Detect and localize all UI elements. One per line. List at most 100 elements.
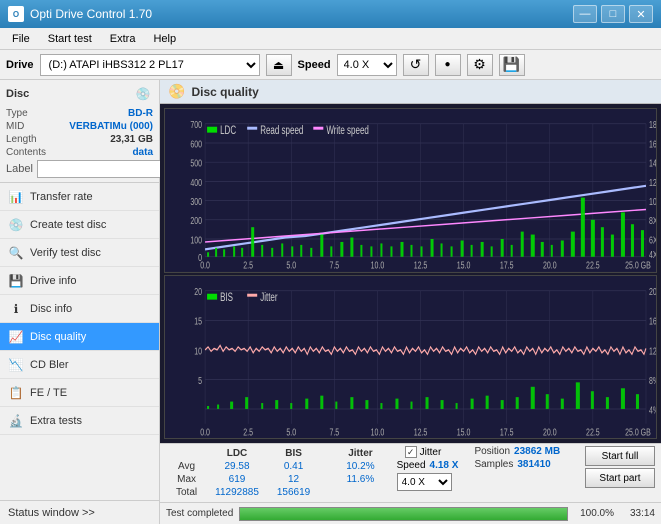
quality-header: 📀 Disc quality [160,80,661,104]
drive-info-icon: 💾 [8,273,24,289]
verify-test-icon: 🔍 [8,245,24,261]
speed-info: Speed 4.18 X [397,460,459,471]
label-input[interactable] [37,160,175,178]
svg-text:12X: 12X [649,176,656,188]
svg-text:16X: 16X [649,138,656,150]
type-value: BD-R [128,108,153,119]
svg-text:4%: 4% [649,404,656,416]
svg-text:20%: 20% [649,285,656,297]
svg-text:7.5: 7.5 [329,259,339,271]
svg-text:20.0: 20.0 [543,259,557,271]
svg-text:100: 100 [190,234,202,246]
left-panel: Disc 💿 Type BD-R MID VERBATIMu (000) Len… [0,80,160,524]
sidebar-item-extra-tests[interactable]: 🔬 Extra tests [0,407,159,435]
jitter-checkbox[interactable] [405,446,417,458]
svg-text:15: 15 [194,315,202,327]
speed-select[interactable]: 4.0 X [337,54,397,76]
menu-start-test[interactable]: Start test [40,31,100,47]
save-button[interactable]: 💾 [499,54,525,76]
type-label: Type [6,108,28,119]
svg-text:17.5: 17.5 [500,259,514,271]
write-button[interactable]: ● [435,54,461,76]
svg-text:12.5: 12.5 [414,426,428,438]
position-value: 23862 MB [514,446,560,457]
app-title: Opti Drive Control 1.70 [30,7,152,21]
minimize-button[interactable]: — [573,5,597,23]
total-label: Total [168,487,205,498]
svg-text:LDC: LDC [220,125,236,138]
svg-text:20.0: 20.0 [543,426,557,438]
svg-text:17.5: 17.5 [500,426,514,438]
svg-text:10.0: 10.0 [371,426,385,438]
svg-text:700: 700 [190,119,202,131]
svg-text:200: 200 [190,215,202,227]
quality-title: Disc quality [191,85,258,99]
svg-text:6X: 6X [649,234,656,246]
disc-mid-row: MID VERBATIMu (000) [6,121,153,132]
sidebar-item-disc-info[interactable]: ℹ Disc info [0,295,159,323]
disc-type-row: Type BD-R [6,108,153,119]
status-window-btn[interactable]: Status window >> [0,500,159,524]
eject-button[interactable]: ⏏ [266,54,292,76]
speed-dropdown[interactable]: 4.0 X [397,473,452,491]
right-panel: 📀 Disc quality [160,80,661,524]
avg-label: Avg [168,461,205,472]
create-test-label: Create test disc [30,219,106,231]
bis-chart-svg: 20 15 10 5 20% 16% 12% 8% 4% [165,276,656,439]
bis-header: BIS [269,448,318,459]
position-row: Position 23862 MB [474,446,560,457]
sidebar-item-fe-te[interactable]: 📋 FE / TE [0,379,159,407]
menu-extra[interactable]: Extra [102,31,144,47]
menu-bar: File Start test Extra Help [0,28,661,50]
svg-text:500: 500 [190,157,202,169]
sidebar-item-verify-test-disc[interactable]: 🔍 Verify test disc [0,239,159,267]
fe-te-label: FE / TE [30,387,67,399]
svg-text:15.0: 15.0 [457,426,471,438]
close-button[interactable]: ✕ [629,5,653,23]
samples-row: Samples 381410 [474,459,560,470]
svg-text:2.5: 2.5 [243,259,253,271]
jitter-header: Jitter [338,448,382,459]
start-full-button[interactable]: Start full [585,446,655,466]
svg-text:20: 20 [194,285,202,297]
svg-text:0.0: 0.0 [200,259,210,271]
settings-button[interactable]: ⚙ [467,54,493,76]
speed-label: Speed [298,59,331,71]
sidebar-item-create-test-disc[interactable]: 💿 Create test disc [0,211,159,239]
svg-text:10.0: 10.0 [371,259,385,271]
svg-text:400: 400 [190,176,202,188]
ldc-header: LDC [207,448,267,459]
bis-chart: 20 15 10 5 20% 16% 12% 8% 4% [164,275,657,440]
cd-bler-icon: 📉 [8,357,24,373]
sidebar-item-drive-info[interactable]: 💾 Drive info [0,267,159,295]
maximize-button[interactable]: □ [601,5,625,23]
progress-label: 100.0% [574,508,614,519]
transfer-rate-label: Transfer rate [30,191,93,203]
disc-info-icon: ℹ [8,301,24,317]
disc-icon-btn[interactable]: 💿 [133,84,153,104]
svg-text:10X: 10X [649,196,656,208]
svg-text:600: 600 [190,138,202,150]
svg-text:Write speed: Write speed [326,125,369,138]
refresh-button[interactable]: ↺ [403,54,429,76]
svg-text:25.0 GB: 25.0 GB [625,259,651,271]
svg-text:Jitter: Jitter [260,291,278,304]
sidebar-item-cd-bler[interactable]: 📉 CD Bler [0,351,159,379]
extra-tests-label: Extra tests [30,415,82,427]
drive-label: Drive [6,59,34,71]
svg-text:0.0: 0.0 [200,426,210,438]
svg-text:2.5: 2.5 [243,426,253,438]
label-label: Label [6,163,33,175]
svg-text:15.0: 15.0 [457,259,471,271]
start-part-button[interactable]: Start part [585,468,655,488]
sidebar-item-transfer-rate[interactable]: 📊 Transfer rate [0,183,159,211]
menu-file[interactable]: File [4,31,38,47]
sidebar-item-disc-quality[interactable]: 📈 Disc quality [0,323,159,351]
drive-select[interactable]: (D:) ATAPI iHBS312 2 PL17 [40,54,260,76]
transfer-rate-icon: 📊 [8,189,24,205]
disc-length-row: Length 23,31 GB [6,134,153,145]
svg-text:12.5: 12.5 [414,259,428,271]
avg-jitter: 10.2% [338,461,382,472]
svg-text:5.0: 5.0 [286,426,296,438]
menu-help[interactable]: Help [145,31,184,47]
